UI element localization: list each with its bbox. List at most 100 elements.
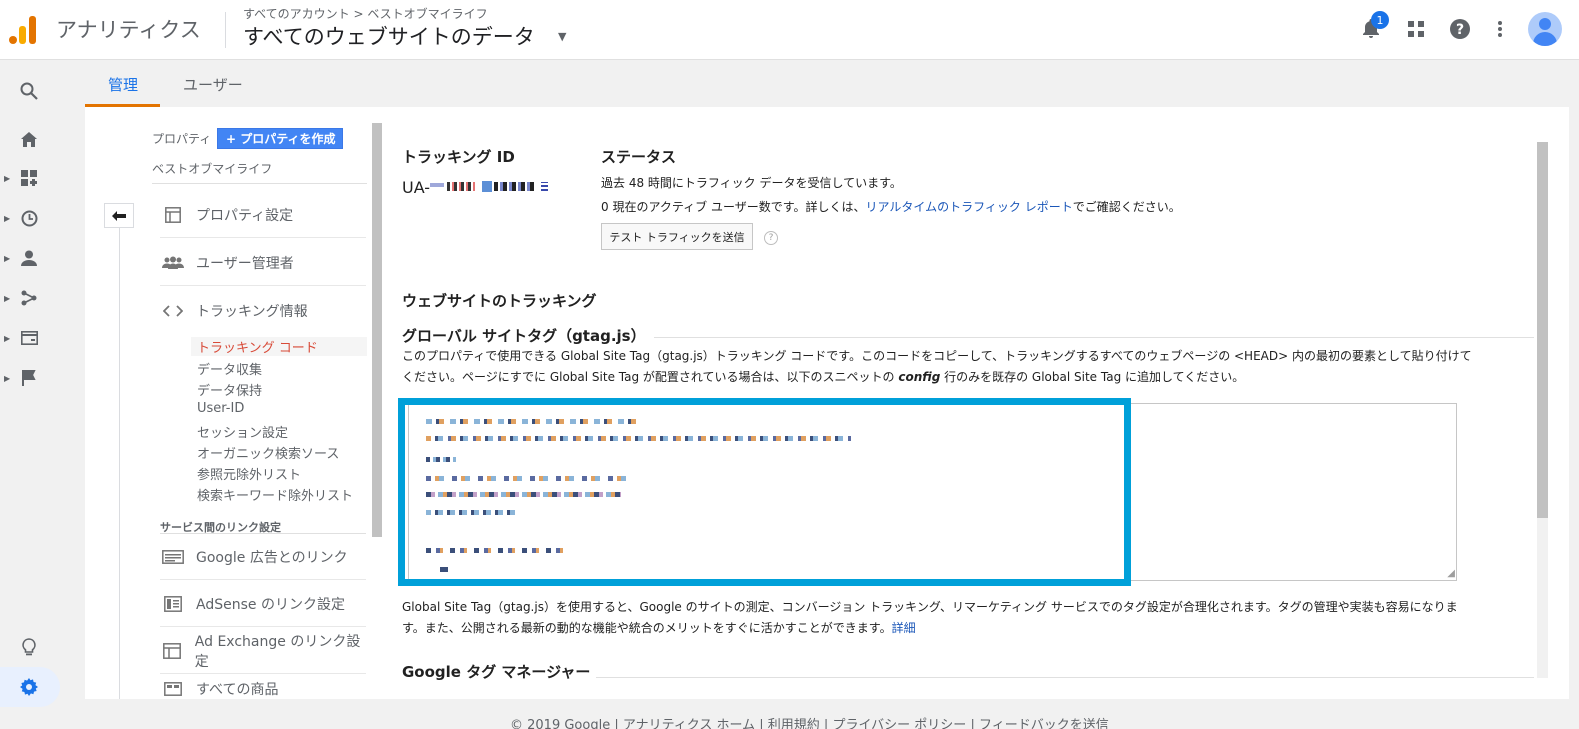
menu-tracking-info[interactable]: トラッキング情報	[160, 288, 366, 334]
menu-all-products[interactable]: すべての商品	[160, 675, 366, 699]
redaction-mask	[430, 183, 444, 187]
flag-icon[interactable]	[14, 363, 44, 393]
adx-icon	[160, 641, 185, 661]
redaction-mask	[482, 181, 492, 192]
menu-ad-exchange-linking[interactable]: Ad Exchange のリンク設定	[160, 628, 366, 674]
clock-icon[interactable]	[14, 203, 44, 233]
section-divider	[654, 337, 1534, 338]
info-line: Global Site Tag（gtag.js）を使用すると、Google のサ…	[402, 600, 1458, 614]
config-keyword: config	[898, 370, 941, 384]
app-title[interactable]: アナリティクス	[56, 14, 201, 44]
sub-data-collection[interactable]: データ収集	[197, 359, 262, 378]
analytics-logo-icon[interactable]	[8, 14, 38, 44]
sub-tracking-code[interactable]: トラッキング コード	[191, 337, 367, 356]
top-app-bar: アナリティクス すべてのアカウント > ベストオブマイライフ すべてのウェブサイ…	[0, 0, 1579, 60]
code-mosaic	[426, 492, 621, 497]
expand-arrow-icon[interactable]: ▶	[4, 334, 10, 343]
gtm-title: Google タグ マネージャー	[402, 663, 591, 681]
create-property-button[interactable]: + プロパティを作成	[217, 128, 343, 149]
menu-label: ユーザー管理者	[196, 255, 294, 272]
apps-grid-icon[interactable]	[1403, 16, 1429, 42]
code-icon	[160, 301, 186, 321]
tracking-id-prefix: UA-	[402, 178, 431, 197]
ads-icon	[160, 547, 186, 567]
dropdown-caret-icon[interactable]: ▼	[558, 30, 566, 43]
realtime-report-link[interactable]: リアルタイムのトラフィック レポート	[866, 200, 1073, 214]
footer-links[interactable]: © 2019 Google | アナリティクス ホーム | 利用規約 | プライ…	[510, 714, 1109, 729]
home-icon[interactable]	[14, 124, 44, 154]
admin-tabs: 管理 ユーザー	[85, 60, 1579, 107]
status-active-users-text: 0 現在のアクティブ ユーザー数です。詳しくは、リアルタイムのトラフィック レポ…	[601, 198, 1181, 215]
redaction-mask	[447, 182, 475, 191]
more-vert-icon[interactable]	[1487, 16, 1513, 42]
menu-user-management[interactable]: ユーザー管理者	[160, 240, 366, 286]
divider	[152, 183, 367, 184]
resize-handle-icon[interactable]: ◢	[1447, 568, 1455, 579]
menu-label: トラッキング情報	[196, 304, 308, 320]
info-line: す。また、公開される最新の動的な機能や統合のメリットをすぐに活かすことができます…	[402, 618, 1532, 639]
left-nav: ▶ ▶ ▶ ▶ ▶ ▶	[0, 60, 60, 729]
property-column-label: プロパティ	[152, 132, 212, 146]
code-mosaic	[426, 457, 456, 462]
svg-text:?: ?	[1456, 22, 1464, 38]
gtag-info: Global Site Tag（gtag.js）を使用すると、Google のサ…	[402, 597, 1532, 639]
menu-label: すべての商品	[196, 682, 279, 698]
expand-arrow-icon[interactable]: ▶	[4, 174, 10, 183]
help-question-icon[interactable]: ?	[764, 231, 778, 245]
gtag-description: このプロパティで使用できる Global Site Tag（gtag.js）トラ…	[402, 346, 1532, 388]
menu-label: Google 広告とのリンク	[196, 549, 348, 566]
status-title: ステータス	[601, 148, 677, 166]
sub-data-retention[interactable]: データ保持	[197, 380, 262, 399]
tracking-id-value: UA-	[402, 178, 430, 197]
sub-referral-exclusion[interactable]: 参照元除外リスト	[197, 464, 301, 483]
sub-organic-search-sources[interactable]: オーガニック検索ソース	[197, 443, 339, 462]
info-part: す。また、公開される最新の動的な機能や統合のメリットをすぐに活かすことができます…	[402, 621, 892, 635]
sub-user-id[interactable]: User-ID	[197, 401, 244, 416]
sub-search-term-exclusion[interactable]: 検索キーワード除外リスト	[197, 485, 353, 504]
details-link[interactable]: 詳細	[892, 621, 916, 635]
avatar[interactable]	[1528, 12, 1562, 46]
expand-arrow-icon[interactable]: ▶	[4, 254, 10, 263]
tab-user[interactable]: ユーザー	[183, 74, 243, 95]
status-receiving-text: 過去 48 時間にトラフィック データを受信しています。	[601, 176, 902, 190]
notification-badge: 1	[1371, 11, 1389, 29]
expand-arrow-icon[interactable]: ▶	[4, 374, 10, 383]
acquisition-icon[interactable]	[14, 283, 44, 313]
redaction-mask	[494, 182, 534, 191]
code-mosaic	[426, 476, 626, 481]
back-arrow-icon[interactable]	[104, 203, 134, 228]
left-column-scrollbar[interactable]	[372, 123, 382, 537]
menu-google-ads-linking[interactable]: Google 広告とのリンク	[160, 534, 366, 580]
menu-label: AdSense のリンク設定	[196, 596, 345, 613]
view-selector[interactable]: すべてのウェブサイトのデータ	[243, 21, 535, 51]
property-selector[interactable]: ベストオブマイライフ	[152, 160, 272, 177]
menu-label: Ad Exchange のリンク設定	[194, 633, 361, 670]
expand-arrow-icon[interactable]: ▶	[4, 294, 10, 303]
sub-session-settings[interactable]: セッション設定	[197, 422, 288, 441]
status-text-part: 0 現在のアクティブ ユーザー数です。詳しくは、	[601, 200, 866, 214]
products-icon	[160, 679, 186, 699]
menu-adsense-linking[interactable]: AdSense のリンク設定	[160, 581, 366, 627]
redaction-mask	[541, 182, 548, 191]
people-icon	[160, 253, 186, 273]
gtag-title: グローバル サイトタグ（gtag.js）	[402, 327, 646, 345]
gear-icon[interactable]	[14, 672, 44, 702]
layout-icon	[160, 205, 186, 225]
tab-admin[interactable]: 管理	[108, 74, 138, 95]
code-mosaic	[440, 567, 448, 572]
status-text-part: でご確認ください。	[1072, 200, 1181, 214]
customization-icon[interactable]	[14, 163, 44, 193]
person-icon[interactable]	[14, 243, 44, 273]
account-breadcrumb[interactable]: すべてのアカウント > ベストオブマイライフ	[243, 5, 488, 22]
menu-property-settings[interactable]: プロパティ設定	[160, 192, 366, 238]
desc-part: ください。ページにすでに Global Site Tag が配置されている場合は…	[402, 370, 899, 384]
search-icon[interactable]	[14, 76, 44, 106]
send-test-traffic-button[interactable]: テスト トラフィックを送信	[601, 223, 753, 250]
lightbulb-icon[interactable]	[14, 632, 44, 662]
expand-arrow-icon[interactable]: ▶	[4, 214, 10, 223]
desc-part: 行のみを既存の Global Site Tag に追加してください。	[940, 370, 1245, 384]
content-scrollbar[interactable]	[1537, 142, 1548, 518]
code-mosaic	[426, 419, 636, 424]
behavior-icon[interactable]	[14, 323, 44, 353]
help-icon[interactable]: ?	[1447, 16, 1473, 42]
